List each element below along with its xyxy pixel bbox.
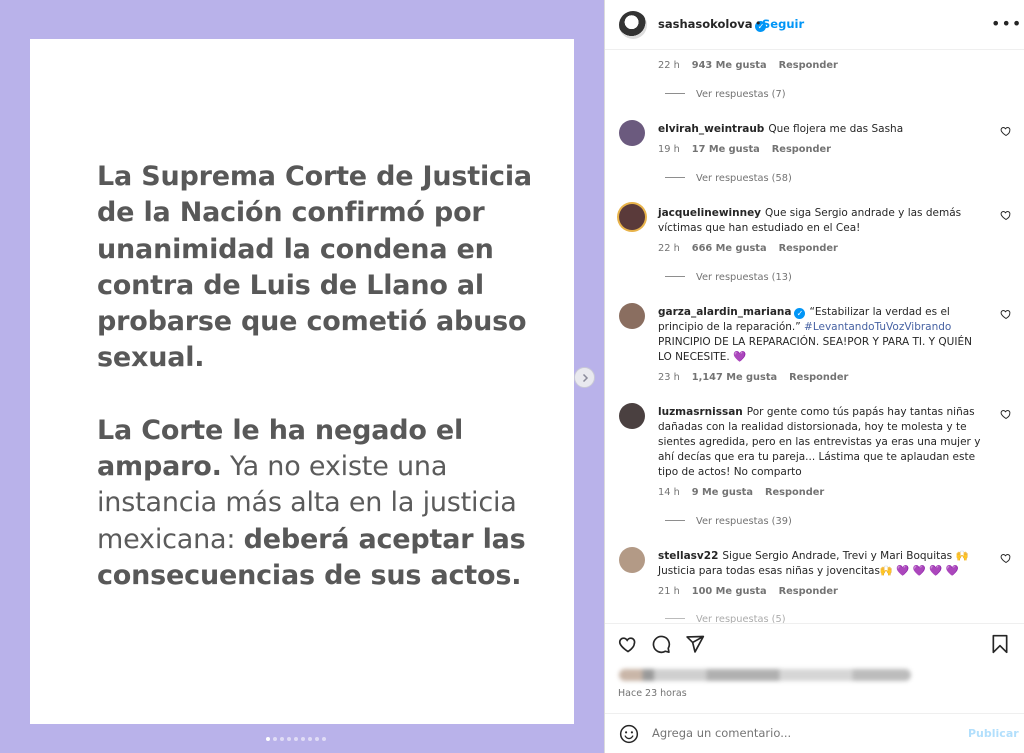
chevron-right-icon bbox=[582, 373, 588, 382]
comment-meta: 19 h 17 Me gusta Responder bbox=[658, 144, 831, 155]
verified-badge-icon: ✓ bbox=[794, 308, 806, 319]
comment-input[interactable] bbox=[652, 726, 952, 740]
post-media: La Suprema Corte de Justicia de la Nació… bbox=[0, 0, 604, 753]
comment-time: 22 h bbox=[658, 60, 680, 71]
comment-text: stellasv22 Sigue Sergio Andrade, Trevi y … bbox=[658, 550, 969, 577]
post-paragraph-2: La Corte le ha negado el amparo. Ya no e… bbox=[97, 413, 557, 594]
commenter-avatar[interactable] bbox=[619, 303, 645, 329]
comment-meta: 14 h9 Me gusta Responder bbox=[658, 487, 825, 498]
like-heart-icon[interactable] bbox=[1000, 308, 1012, 320]
comment-likes[interactable]: 943 Me gusta bbox=[692, 60, 767, 71]
bookmark-save-icon[interactable] bbox=[991, 634, 1009, 654]
hashtag-link[interactable]: #LevantandoTuVozVibrando bbox=[804, 321, 951, 333]
author-username[interactable]: sashasokolova ✓ bbox=[658, 17, 767, 32]
view-replies-button[interactable]: Ver respuestas (13) bbox=[665, 272, 792, 283]
publish-button[interactable]: Publicar bbox=[968, 727, 1019, 740]
comment-text: jacquelinewinney Que siga Sergio andrade … bbox=[658, 207, 962, 234]
commenter-avatar[interactable] bbox=[619, 403, 645, 429]
carousel-dot[interactable] bbox=[322, 737, 326, 741]
header-separator: • bbox=[755, 17, 762, 30]
commenter-username[interactable]: luzmasrnissan bbox=[658, 406, 743, 418]
carousel-next-button[interactable] bbox=[574, 367, 595, 388]
follow-button[interactable]: Seguir bbox=[762, 17, 804, 31]
commenter-username[interactable]: elvirah_weintraub bbox=[658, 123, 764, 135]
commenter-avatar[interactable] bbox=[619, 204, 645, 230]
comment-meta: 23 h 1,147 Me gusta Responder bbox=[658, 372, 849, 383]
commenter-avatar[interactable] bbox=[619, 120, 645, 146]
comment-meta: 21 h 100 Me gusta Responder bbox=[658, 586, 838, 597]
post-paragraph-1: La Suprema Corte de Justicia de la Nació… bbox=[97, 161, 532, 374]
view-replies-button[interactable]: Ver respuestas (58) bbox=[665, 173, 792, 184]
commenter-username[interactable]: jacquelinewinney bbox=[658, 207, 761, 219]
add-comment-bar: Publicar bbox=[605, 713, 1024, 753]
commenter-avatar[interactable] bbox=[619, 547, 645, 573]
more-options-icon[interactable]: ••• bbox=[991, 14, 1022, 33]
comments-panel: sashasokolova ✓ • Seguir ••• 22 h 943 Me g… bbox=[605, 0, 1024, 753]
likes-summary-blurred bbox=[619, 669, 911, 681]
reply-button[interactable]: Responder bbox=[779, 60, 838, 71]
comment-meta: 22 h 666 Me gusta Responder bbox=[658, 243, 838, 254]
post-image-text: La Suprema Corte de Justicia de la Nació… bbox=[97, 159, 557, 630]
carousel-dot[interactable] bbox=[315, 737, 319, 741]
view-replies-button[interactable]: Ver respuestas (7) bbox=[665, 89, 786, 100]
carousel-dot[interactable] bbox=[280, 737, 284, 741]
comment-bubble-icon[interactable] bbox=[651, 634, 671, 654]
carousel-dot[interactable] bbox=[301, 737, 305, 741]
comment-text: garza_alardin_mariana ✓ “Estabilizar la ve… bbox=[658, 306, 972, 363]
share-send-icon[interactable] bbox=[685, 634, 705, 654]
carousel-dot[interactable] bbox=[273, 737, 277, 741]
comment-text: luzmasrnissan Por gente como tús papás ha… bbox=[658, 406, 981, 478]
view-replies-button[interactable]: Ver respuestas (39) bbox=[665, 516, 792, 527]
post-image-card: La Suprema Corte de Justicia de la Nació… bbox=[30, 39, 574, 724]
like-heart-icon[interactable] bbox=[1000, 408, 1012, 420]
post-time-ago: Hace 23 horas bbox=[618, 688, 687, 699]
commenter-username[interactable]: garza_alardin_mariana bbox=[658, 306, 791, 318]
like-heart-icon[interactable] bbox=[1000, 209, 1012, 221]
carousel-dot[interactable] bbox=[287, 737, 291, 741]
carousel-dot[interactable] bbox=[266, 737, 270, 741]
commenter-username[interactable]: stellasv22 bbox=[658, 550, 718, 562]
post-header: sashasokolova ✓ • Seguir ••• bbox=[605, 0, 1024, 50]
carousel-dots bbox=[266, 737, 326, 741]
carousel-dot[interactable] bbox=[308, 737, 312, 741]
comment-meta: 22 h 943 Me gusta Responder bbox=[658, 60, 850, 71]
like-heart-icon[interactable] bbox=[1000, 125, 1012, 137]
comments-list[interactable]: 22 h 943 Me gusta Responder Ver respuestas… bbox=[605, 51, 1024, 623]
like-heart-icon[interactable] bbox=[618, 634, 638, 654]
view-replies-button[interactable]: Ver respuestas (5) bbox=[665, 614, 786, 623]
emoji-icon[interactable] bbox=[619, 724, 639, 744]
like-heart-icon[interactable] bbox=[1000, 552, 1012, 564]
comment-text: elvirah_weintraub Que flojera me das Sash… bbox=[658, 123, 904, 135]
author-avatar[interactable] bbox=[619, 11, 647, 39]
carousel-dot[interactable] bbox=[294, 737, 298, 741]
